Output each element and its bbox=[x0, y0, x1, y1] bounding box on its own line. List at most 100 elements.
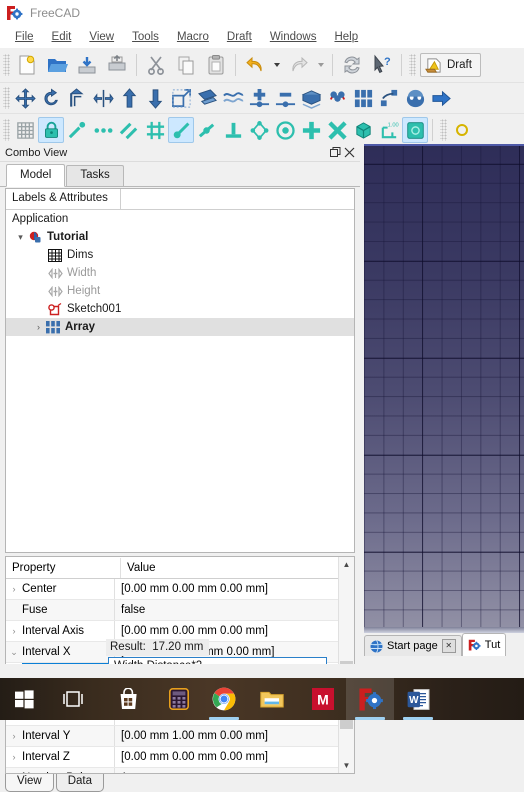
save-document-icon[interactable] bbox=[72, 51, 102, 79]
new-document-icon[interactable] bbox=[12, 51, 42, 79]
cut-icon[interactable] bbox=[141, 51, 171, 79]
microsoft-store-button[interactable] bbox=[104, 678, 152, 720]
toolbar-grip[interactable] bbox=[440, 119, 447, 141]
mdi-tab-tutorial[interactable]: Tut bbox=[461, 633, 507, 656]
start-button[interactable] bbox=[0, 678, 48, 720]
snap-center-icon[interactable] bbox=[272, 117, 298, 143]
refresh-icon[interactable] bbox=[337, 51, 367, 79]
property-value[interactable]: [0.00 mm 0.00 mm 0.00 mm] bbox=[114, 621, 354, 641]
snap-parallel-icon[interactable] bbox=[116, 117, 142, 143]
tree-item-sketch001[interactable]: Sketch001 bbox=[6, 300, 354, 318]
tree-item-array[interactable]: › Array bbox=[6, 318, 354, 336]
snap-angle-icon[interactable] bbox=[194, 117, 220, 143]
mdi-tab-start-page[interactable]: Start page ✕ bbox=[364, 635, 462, 656]
chevron-down-icon[interactable]: ▾ bbox=[14, 232, 27, 243]
property-row-fuse[interactable]: Fuse false bbox=[6, 600, 354, 621]
word-button[interactable]: W bbox=[394, 678, 442, 720]
mcafee-button[interactable]: M bbox=[299, 678, 347, 720]
tab-data[interactable]: Data bbox=[55, 774, 105, 792]
chevron-down-icon[interactable]: ▼ bbox=[339, 758, 354, 773]
snap-ortho-icon[interactable] bbox=[298, 117, 324, 143]
print-document-icon[interactable] bbox=[102, 51, 132, 79]
whats-this-icon[interactable]: ? bbox=[367, 51, 397, 79]
draft-array-icon[interactable] bbox=[350, 85, 376, 111]
chevron-right-icon[interactable]: › bbox=[32, 322, 45, 332]
copy-icon[interactable] bbox=[171, 51, 201, 79]
property-row-center[interactable]: › Center [0.00 mm 0.00 mm 0.00 mm] bbox=[6, 579, 354, 600]
menu-view[interactable]: View bbox=[80, 29, 123, 45]
tree-item-tutorial[interactable]: ▾ Tutorial bbox=[6, 228, 354, 246]
chevron-right-icon[interactable]: › bbox=[6, 626, 22, 636]
tab-view[interactable]: View bbox=[5, 774, 54, 792]
snap-working-plane-icon[interactable]: 1.00 bbox=[376, 117, 402, 143]
float-icon[interactable] bbox=[328, 146, 342, 160]
snap-midpoint-icon[interactable] bbox=[90, 117, 116, 143]
draft-remove-point-icon[interactable] bbox=[272, 85, 298, 111]
tab-model[interactable]: Model bbox=[6, 164, 66, 187]
draft-trimex-icon[interactable] bbox=[90, 85, 116, 111]
close-icon[interactable] bbox=[342, 146, 356, 160]
snap-dimensions-icon[interactable] bbox=[350, 117, 376, 143]
open-document-icon[interactable] bbox=[42, 51, 72, 79]
menu-file[interactable]: File bbox=[6, 29, 43, 45]
tree-item-dims[interactable]: Dims bbox=[6, 246, 354, 264]
snap-endpoint-icon[interactable] bbox=[64, 117, 90, 143]
draft-offset-icon[interactable] bbox=[64, 85, 90, 111]
draft-move-icon[interactable] bbox=[12, 85, 38, 111]
menu-edit[interactable]: Edit bbox=[43, 29, 81, 45]
draft-scale-icon[interactable] bbox=[168, 85, 194, 111]
undo-icon[interactable] bbox=[240, 51, 270, 79]
toolbar-grip[interactable] bbox=[3, 54, 10, 76]
combo-view-tabs[interactable]: Model Tasks bbox=[0, 162, 360, 187]
chevron-right-icon[interactable]: › bbox=[6, 731, 22, 741]
snap-special-icon[interactable] bbox=[324, 117, 350, 143]
draft-downgrade-icon[interactable] bbox=[142, 85, 168, 111]
tab-tasks[interactable]: Tasks bbox=[66, 165, 124, 186]
property-view-tabs[interactable]: View Data bbox=[5, 774, 106, 792]
draft-rotate-icon[interactable] bbox=[38, 85, 64, 111]
snap-grid-icon[interactable] bbox=[12, 117, 38, 143]
toolbar-grip[interactable] bbox=[3, 119, 10, 141]
draft-point-array-icon[interactable] bbox=[402, 85, 428, 111]
draft-draft2sketch-icon[interactable] bbox=[220, 85, 246, 111]
draft-clone-icon[interactable] bbox=[324, 85, 350, 111]
model-tree[interactable]: Labels & Attributes Application ▾ Tutori… bbox=[5, 188, 355, 553]
property-value[interactable]: false bbox=[114, 600, 354, 620]
draft-path-array-icon[interactable] bbox=[376, 85, 402, 111]
menu-tools[interactable]: Tools bbox=[123, 29, 168, 45]
snap-toggle-grid-icon[interactable] bbox=[402, 117, 428, 143]
draft-wire-to-bspline-icon[interactable] bbox=[298, 85, 324, 111]
property-value[interactable]: 1 bbox=[114, 768, 354, 773]
mdi-tabs[interactable]: Start page ✕ Tut bbox=[364, 633, 507, 659]
task-view-button[interactable] bbox=[49, 678, 97, 720]
snap-intersection-icon[interactable] bbox=[142, 117, 168, 143]
workbench-selector[interactable]: Draft bbox=[420, 53, 481, 77]
draft-upgrade-icon[interactable] bbox=[116, 85, 142, 111]
chrome-button[interactable] bbox=[200, 678, 248, 720]
chevron-up-icon[interactable]: ▲ bbox=[339, 557, 354, 572]
toolbar-grip[interactable] bbox=[3, 87, 10, 109]
property-value[interactable]: [0.00 mm 1.00 mm 0.00 mm] bbox=[114, 726, 354, 746]
file-explorer-button[interactable] bbox=[248, 678, 296, 720]
tree-item-width[interactable]: Width bbox=[6, 264, 354, 282]
snap-perpendicular-icon[interactable] bbox=[220, 117, 246, 143]
chevron-down-icon[interactable]: ⌄ bbox=[6, 647, 22, 658]
snap-lock-icon[interactable] bbox=[38, 117, 64, 143]
workbench-toolbar-grip[interactable] bbox=[409, 54, 416, 76]
snap-near-icon[interactable] bbox=[168, 117, 194, 143]
undo-dropdown-icon[interactable] bbox=[270, 52, 284, 78]
menu-windows[interactable]: Windows bbox=[261, 29, 326, 45]
freecad-button[interactable] bbox=[346, 678, 394, 720]
snap-overflow-icon[interactable] bbox=[449, 117, 475, 143]
property-row-interval-y[interactable]: › Interval Y [0.00 mm 1.00 mm 0.00 mm] bbox=[6, 726, 354, 747]
redo-dropdown-icon[interactable] bbox=[314, 52, 328, 78]
draft-shape2dview-icon[interactable] bbox=[194, 85, 220, 111]
property-value[interactable]: [0.00 mm 0.00 mm 0.00 mm] bbox=[114, 747, 354, 767]
close-icon[interactable]: ✕ bbox=[441, 639, 456, 653]
redo-icon[interactable] bbox=[284, 51, 314, 79]
tree-item-application[interactable]: Application bbox=[6, 210, 354, 228]
chevron-right-icon[interactable]: › bbox=[6, 752, 22, 762]
paste-icon[interactable] bbox=[201, 51, 231, 79]
3d-viewport[interactable] bbox=[364, 144, 524, 627]
tree-item-height[interactable]: Height bbox=[6, 282, 354, 300]
